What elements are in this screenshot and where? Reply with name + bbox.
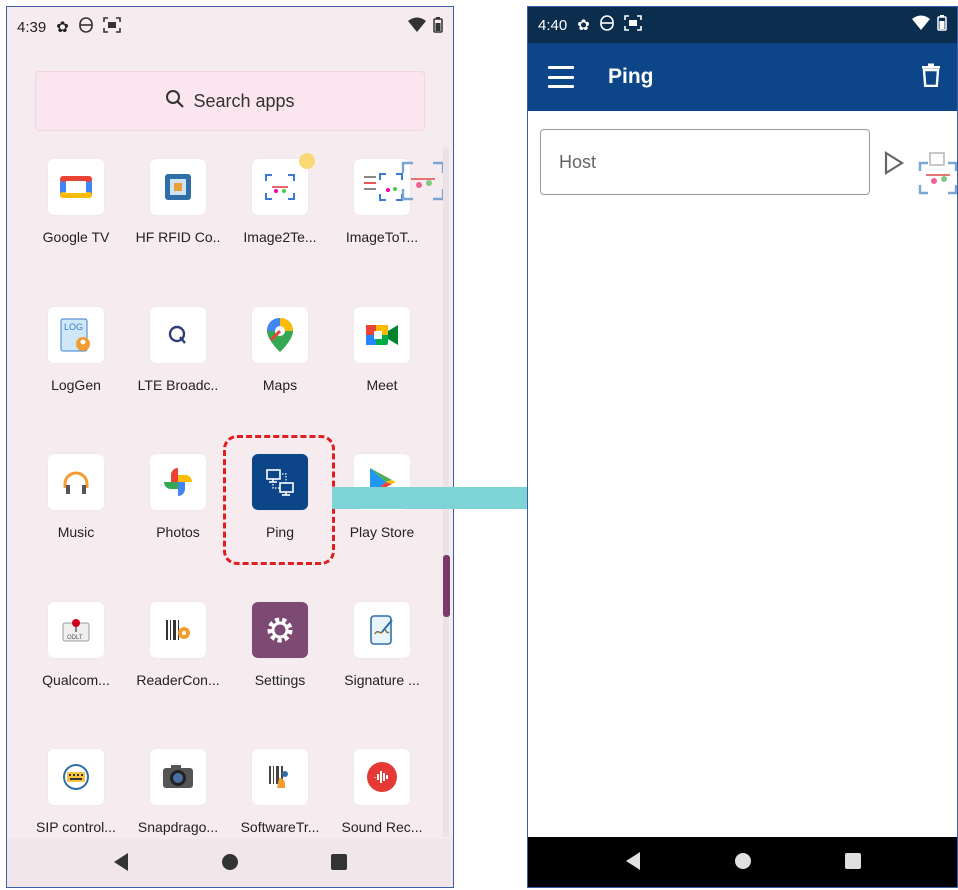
play-icon[interactable] — [883, 151, 905, 180]
lte-broadcast-icon — [150, 307, 206, 363]
navigation-bar — [7, 839, 453, 887]
app-label: Settings — [254, 672, 306, 688]
barcode-reader-icon — [150, 602, 206, 658]
app-photos[interactable]: Photos — [123, 442, 233, 582]
sync-status-icon — [599, 15, 614, 35]
ping-highlight-box — [223, 435, 335, 565]
app-label: Signature ... — [344, 672, 420, 688]
app-label: Image2Te... — [243, 229, 317, 245]
host-input[interactable]: Host — [540, 129, 870, 195]
search-icon — [165, 89, 185, 114]
app-hf-rfid[interactable]: HF RFID Co.. — [123, 147, 233, 287]
hamburger-menu-icon[interactable] — [548, 66, 574, 88]
floating-scan-icon[interactable] — [916, 151, 957, 200]
sound-recorder-icon — [354, 749, 410, 805]
launcher-screen: 4:39 ✿ Search apps Google TV HF RFID Co.… — [6, 6, 454, 888]
scrollbar-thumb[interactable] — [443, 555, 450, 617]
navigation-bar — [528, 837, 957, 887]
recents-icon[interactable] — [844, 852, 862, 875]
back-icon[interactable] — [112, 852, 130, 877]
gear-status-icon: ✿ — [56, 19, 69, 36]
battery-icon — [937, 15, 947, 35]
app-readercon[interactable]: ReaderCon... — [123, 590, 233, 730]
app-music[interactable]: Music — [21, 442, 131, 582]
camera-icon — [150, 749, 206, 805]
app-label: ReaderCon... — [136, 672, 220, 688]
recents-icon[interactable] — [330, 853, 348, 876]
app-label: LogGen — [51, 377, 101, 393]
app-signature[interactable]: Signature ... — [327, 590, 437, 730]
status-time: 4:40 — [538, 16, 568, 34]
status-time: 4:39 — [17, 18, 47, 36]
home-icon[interactable] — [733, 851, 753, 876]
trash-icon[interactable] — [921, 63, 941, 92]
log-icon: LOG — [48, 307, 104, 363]
search-placeholder: Search apps — [193, 90, 295, 111]
app-label: Photos — [156, 524, 200, 540]
gear-status-icon: ✿ — [577, 17, 590, 34]
pinwheel-icon — [150, 454, 206, 510]
wifi-icon — [407, 17, 427, 37]
app-label: Play Store — [349, 524, 415, 540]
floating-scan-icon[interactable] — [399, 159, 447, 208]
app-label: SIP control... — [36, 819, 116, 835]
app-label: Music — [57, 524, 95, 540]
app-settings[interactable]: Settings — [225, 590, 335, 730]
app-label: ImageToT... — [345, 229, 419, 245]
rfid-icon — [150, 159, 206, 215]
battery-icon — [433, 17, 443, 37]
app-label: LTE Broadc.. — [137, 377, 219, 393]
app-label: Snapdrago... — [137, 819, 219, 835]
home-icon[interactable] — [220, 852, 240, 877]
status-bar: 4:39 ✿ — [7, 7, 453, 47]
scan-status-icon — [102, 17, 121, 37]
search-apps-bar[interactable]: Search apps — [35, 71, 425, 131]
notification-dot — [299, 153, 315, 169]
maps-pin-icon — [252, 307, 308, 363]
software-trigger-icon — [252, 749, 308, 805]
app-label: Qualcom... — [42, 672, 110, 688]
app-label: Maps — [262, 377, 298, 393]
status-bar: 4:40 ✿ — [528, 7, 957, 43]
headphones-icon — [48, 454, 104, 510]
qualcomm-icon: ODLT — [48, 602, 104, 658]
scan-status-icon — [623, 15, 642, 35]
google-tv-icon — [48, 159, 104, 215]
app-qualcomm[interactable]: ODLT Qualcom... — [21, 590, 131, 730]
app-label: Google TV — [42, 229, 110, 245]
app-label: SoftwareTr... — [240, 819, 320, 835]
wifi-icon — [911, 15, 931, 35]
sync-status-icon — [78, 17, 93, 37]
app-bar: Ping — [528, 43, 957, 111]
app-meet[interactable]: Meet — [327, 295, 437, 435]
app-lte-broadcast[interactable]: LTE Broadc.. — [123, 295, 233, 435]
app-google-tv[interactable]: Google TV — [21, 147, 131, 287]
app-image2text[interactable]: Image2Te... — [225, 147, 335, 287]
ping-app-screen: 4:40 ✿ Ping Host — [527, 6, 958, 888]
svg-text:LOG: LOG — [64, 322, 83, 332]
keyboard-icon — [48, 749, 104, 805]
app-maps[interactable]: Maps — [225, 295, 335, 435]
app-label: Meet — [366, 377, 398, 393]
app-loggen[interactable]: LOG LogGen — [21, 295, 131, 435]
page-title: Ping — [608, 65, 654, 88]
host-placeholder: Host — [559, 151, 597, 172]
app-label: HF RFID Co.. — [135, 229, 221, 245]
image-scan-icon — [252, 159, 308, 215]
gear-icon — [252, 602, 308, 658]
svg-text:ODLT: ODLT — [67, 635, 83, 641]
app-label: Sound Rec... — [341, 819, 423, 835]
meet-camera-icon — [354, 307, 410, 363]
signature-icon — [354, 602, 410, 658]
back-icon[interactable] — [624, 851, 642, 876]
